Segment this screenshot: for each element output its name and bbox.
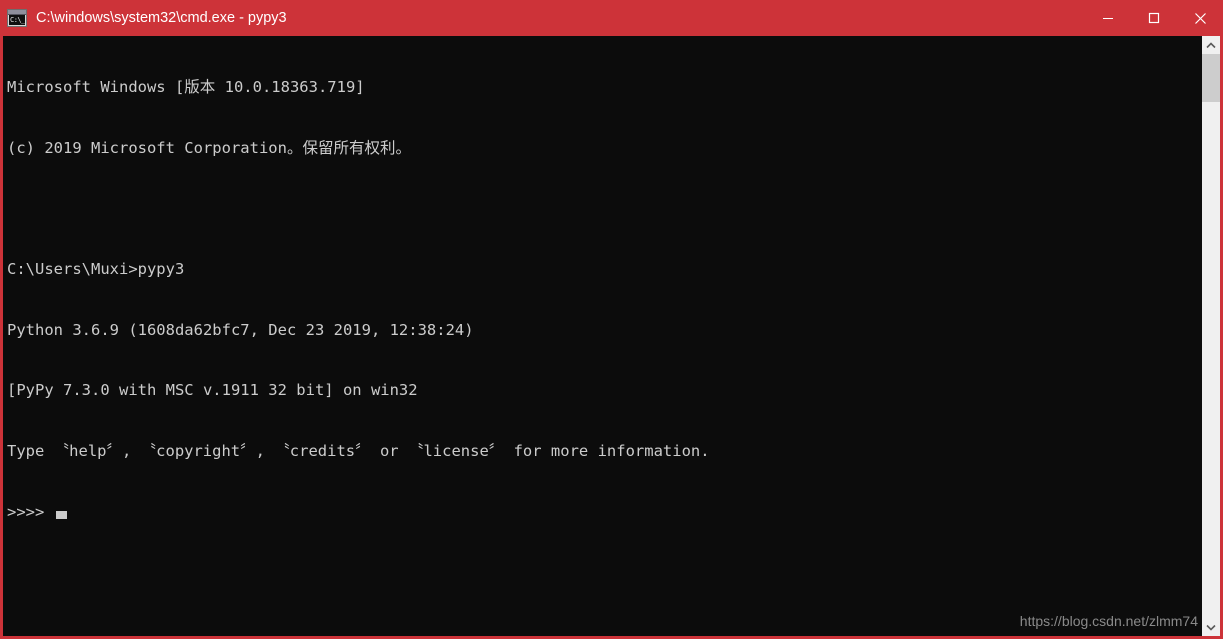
vertical-scrollbar[interactable] — [1202, 36, 1220, 636]
watermark-text: https://blog.csdn.net/zlmm74 — [1019, 613, 1198, 629]
console-output[interactable]: Microsoft Windows [版本 10.0.18363.719] (c… — [3, 36, 1202, 636]
cmd-icon: C:\_ — [7, 9, 27, 27]
console-prompt-line: >>>> — [7, 502, 1202, 522]
console-line: [PyPy 7.3.0 with MSC v.1911 32 bit] on w… — [7, 381, 418, 400]
console-text: Microsoft Windows [版本 10.0.18363.719] (c… — [7, 37, 1202, 562]
cmd-window: C:\_ C:\windows\system32\cmd.exe - pypy3 — [0, 0, 1223, 639]
python-prompt: >>>> — [7, 502, 45, 521]
scroll-down-button[interactable] — [1202, 618, 1220, 636]
console-line: Microsoft Windows [版本 10.0.18363.719] — [7, 78, 365, 97]
title-bar[interactable]: C:\_ C:\windows\system32\cmd.exe - pypy3 — [0, 0, 1223, 36]
scrollbar-thumb[interactable] — [1202, 54, 1220, 102]
console-line: Python 3.6.9 (1608da62bfc7, Dec 23 2019,… — [7, 320, 474, 339]
title-bar-left: C:\_ C:\windows\system32\cmd.exe - pypy3 — [0, 9, 1085, 27]
close-button[interactable] — [1177, 0, 1223, 36]
window-title: C:\windows\system32\cmd.exe - pypy3 — [36, 10, 287, 26]
block-cursor — [56, 510, 68, 519]
scroll-up-button[interactable] — [1202, 36, 1220, 54]
minimize-button[interactable] — [1085, 0, 1131, 36]
maximize-button[interactable] — [1131, 0, 1177, 36]
window-controls — [1085, 0, 1223, 36]
console-area: Microsoft Windows [版本 10.0.18363.719] (c… — [0, 36, 1223, 639]
console-line: (c) 2019 Microsoft Corporation。保留所有权利。 — [7, 139, 411, 157]
scrollbar-track[interactable] — [1202, 54, 1220, 618]
console-line: Type 〝help〞, 〝copyright〞, 〝credits〞 or 〝… — [7, 441, 710, 460]
console-line: C:\Users\Muxi>pypy3 — [7, 260, 185, 279]
cmd-icon-screen: C:\_ — [9, 15, 25, 25]
